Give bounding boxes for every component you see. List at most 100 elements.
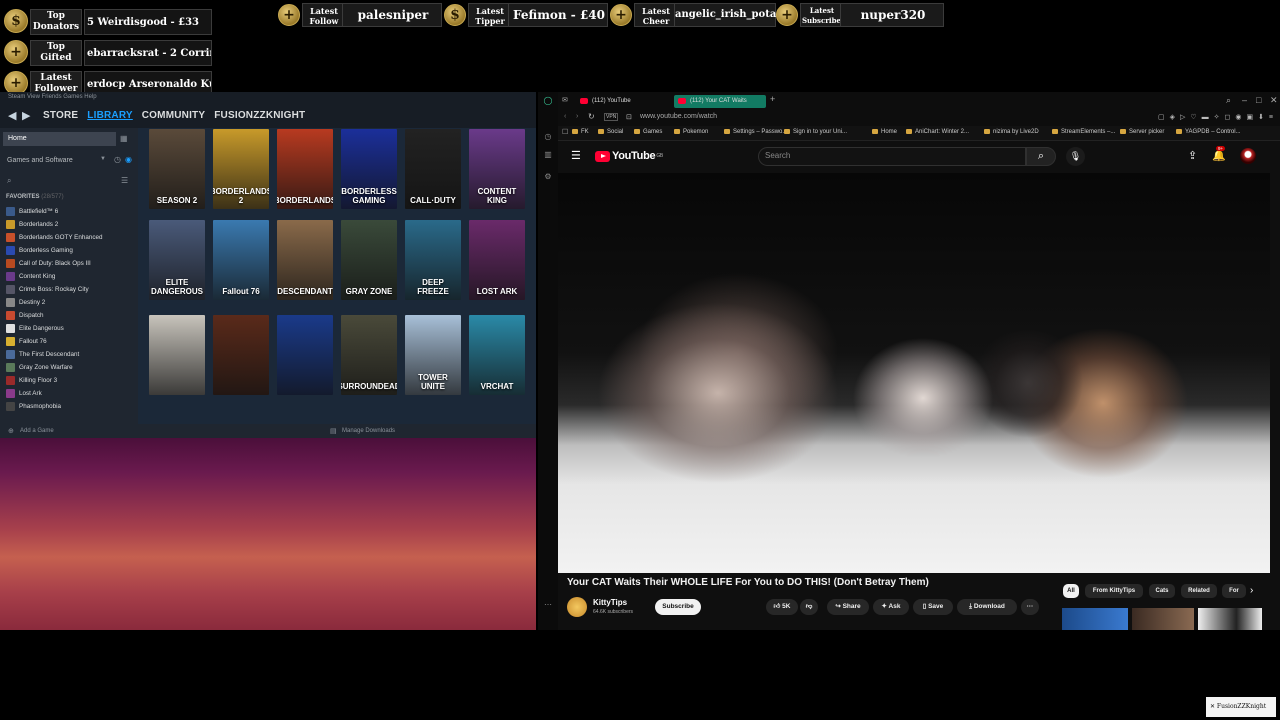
game-list-item[interactable]: The First Descendant — [6, 348, 136, 361]
url-field[interactable]: www.youtube.com/watch — [640, 113, 717, 120]
tab-youtube[interactable]: (112) YouTube — [576, 95, 668, 108]
sort-icon[interactable]: ☰ — [121, 176, 128, 185]
minimize-button[interactable]: – — [1242, 95, 1247, 105]
bookmark-item[interactable]: Settings – Passwo... — [724, 129, 787, 135]
library-search[interactable]: ⌕ — [3, 174, 133, 188]
chevron-right-icon[interactable]: › — [1250, 585, 1253, 596]
nav-store[interactable]: STORE — [43, 110, 78, 121]
mail-icon[interactable]: ✉ — [562, 96, 568, 104]
add-game-icon[interactable]: ⊕ — [8, 427, 14, 435]
bookmark-item[interactable]: Games — [634, 129, 662, 135]
game-list-item[interactable]: Killing Floor 3 — [6, 374, 136, 387]
game-list-item[interactable]: Crime Boss: Rockay City — [6, 283, 136, 296]
reload-icon[interactable]: ↻ — [588, 112, 595, 121]
lock-icon[interactable]: ⊡ — [626, 113, 632, 121]
favorites-header[interactable]: FAVORITES (28/577) — [6, 194, 64, 200]
game-list-item[interactable]: Borderlands GOTY Enhanced — [6, 231, 136, 244]
like-button[interactable]: 👍︎ 5K — [766, 599, 798, 615]
create-upload-icon[interactable]: ⇪ — [1188, 149, 1197, 162]
steam-menubar[interactable]: Steam View Friends Games Help — [0, 92, 536, 102]
tab-cat-video[interactable]: (112) Your CAT Waits — [674, 95, 766, 108]
play-filter-icon[interactable]: ◉ — [125, 155, 132, 164]
bookmark-item[interactable]: YAGPDB – Control... — [1176, 129, 1241, 135]
related-video-thumbnail[interactable] — [1062, 608, 1128, 630]
search-tabs-icon[interactable]: ⌕ — [1226, 95, 1231, 106]
game-list-item[interactable]: Gray Zone Warfare — [6, 361, 136, 374]
game-list-item[interactable]: Destiny 2 — [6, 296, 136, 309]
speed-dial-icon[interactable]: ☐ — [562, 128, 568, 136]
game-tile[interactable]: CONTENT KING — [469, 129, 525, 209]
back-arrow-icon[interactable]: ◀ — [8, 109, 20, 122]
nav-profile[interactable]: FUSIONZZKNIGHT — [214, 110, 305, 121]
game-list-item[interactable]: Fallout 76 — [6, 335, 136, 348]
player-icon[interactable]: ▥ — [543, 150, 553, 160]
chevron-down-icon[interactable]: ▼ — [100, 156, 106, 162]
library-filter-dropdown[interactable]: Games and Software — [3, 154, 111, 168]
settings-gear-icon[interactable]: ⚙ — [543, 172, 553, 182]
game-tile[interactable] — [213, 315, 269, 395]
game-tile[interactable]: TOWER UNITE — [405, 315, 461, 395]
back-icon[interactable]: ‹ — [564, 113, 566, 120]
game-tile[interactable]: VRCHAT — [469, 315, 525, 395]
history-icon[interactable]: ◷ — [543, 132, 553, 142]
voice-search-mic-icon[interactable]: 🎙 — [1066, 147, 1085, 166]
forward-arrow-icon[interactable]: ▶ — [22, 109, 34, 122]
nav-community[interactable]: COMMUNITY — [142, 110, 205, 121]
channel-name[interactable]: KittyTips — [593, 598, 627, 607]
opera-logo-icon[interactable]: ◯ — [543, 96, 553, 106]
subscribe-button[interactable]: Subscribe — [655, 599, 701, 615]
save-button[interactable]: ▯ Save — [913, 599, 953, 615]
hamburger-menu-icon[interactable]: ☰ — [571, 149, 581, 162]
chip-all[interactable]: All — [1063, 584, 1079, 598]
channel-avatar[interactable] — [567, 597, 587, 617]
game-tile[interactable]: SURROUNDEAD — [341, 315, 397, 395]
game-list-item[interactable]: Content King — [6, 270, 136, 283]
game-list-item[interactable]: Call of Duty: Black Ops III — [6, 257, 136, 270]
bookmark-item[interactable]: Home — [872, 129, 897, 135]
library-home-button[interactable]: Home — [3, 132, 116, 146]
maximize-button[interactable]: □ — [1256, 95, 1261, 105]
game-tile[interactable]: SEASON 2 — [149, 129, 205, 209]
extension-icons[interactable]: ▢◈▷♡▬✧◻◉▣⬇≡ — [1158, 113, 1278, 121]
related-video-thumbnail[interactable] — [1198, 608, 1262, 630]
bookmark-item[interactable]: Server picker — [1120, 129, 1164, 135]
chip-related[interactable]: Related — [1181, 584, 1217, 598]
game-tile[interactable]: CALL·DUTY — [405, 129, 461, 209]
ask-button[interactable]: ✦ Ask — [873, 599, 909, 615]
bookmark-item[interactable]: StreamElements –... — [1052, 129, 1115, 135]
grid-view-icon[interactable]: ▦ — [120, 134, 128, 143]
game-tile[interactable]: ELITE DANGEROUS — [149, 220, 205, 300]
clock-icon[interactable]: ◷ — [114, 155, 121, 164]
close-window-button[interactable]: ✕ — [1270, 95, 1278, 106]
bookmark-item[interactable]: FK — [572, 129, 589, 135]
game-tile[interactable]: BORDERLANDS — [277, 129, 333, 209]
game-tile[interactable] — [277, 315, 333, 395]
chip-from-channel[interactable]: From KittyTips — [1085, 584, 1143, 598]
game-list-item[interactable]: Battlefield™ 6 — [6, 205, 136, 218]
chip-for-you[interactable]: For — [1222, 584, 1246, 598]
game-list-item[interactable]: Dispatch — [6, 309, 136, 322]
nav-library[interactable]: LIBRARY — [87, 110, 132, 121]
related-video-thumbnail[interactable] — [1132, 608, 1194, 630]
account-avatar[interactable] — [1240, 148, 1256, 164]
video-player[interactable] — [558, 173, 1270, 573]
youtube-search-input[interactable]: Search — [758, 147, 1026, 166]
game-tile[interactable]: DESCENDANT — [277, 220, 333, 300]
more-actions-button[interactable]: ··· — [1021, 599, 1039, 615]
game-list-item[interactable]: Phasmophobia — [6, 400, 136, 413]
share-button[interactable]: ↪ Share — [827, 599, 869, 615]
game-tile[interactable] — [149, 315, 205, 395]
game-list-item[interactable]: Borderless Gaming — [6, 244, 136, 257]
game-tile[interactable]: DEEP FREEZE — [405, 220, 461, 300]
game-tile[interactable]: BORDERLANDS 2 — [213, 129, 269, 209]
bookmark-item[interactable]: nizima by Live2D — [984, 129, 1039, 135]
game-list-item[interactable]: Elite Dangerous — [6, 322, 136, 335]
dislike-button[interactable]: 👎︎ — [800, 599, 818, 615]
game-tile[interactable]: Fallout 76 — [213, 220, 269, 300]
game-tile[interactable]: GRAY ZONE — [341, 220, 397, 300]
download-icon[interactable]: ▤ — [330, 427, 337, 435]
forward-icon[interactable]: › — [576, 113, 578, 120]
more-icon[interactable]: ⋯ — [543, 600, 553, 610]
chip-cats[interactable]: Cats — [1149, 584, 1175, 598]
youtube-logo[interactable]: YouTube GB — [595, 150, 663, 162]
